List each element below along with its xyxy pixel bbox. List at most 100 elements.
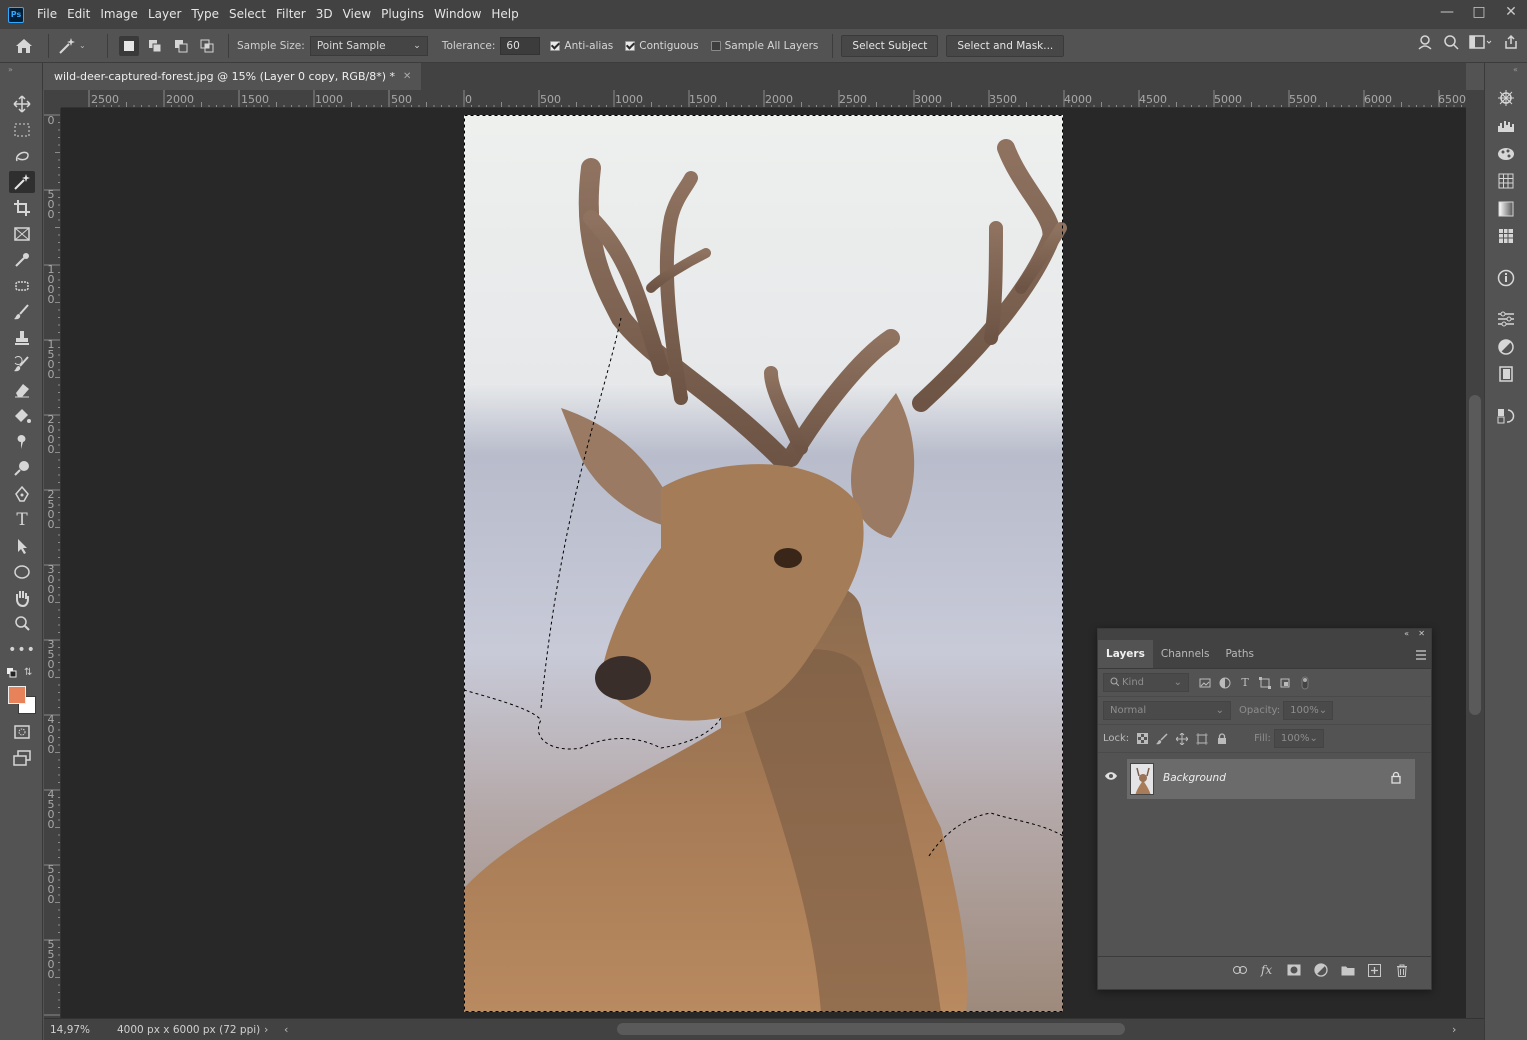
tolerance-input[interactable]: 60	[500, 36, 541, 55]
expand-panels-icon[interactable]: «	[1513, 65, 1518, 74]
color-palette-icon[interactable]	[1494, 143, 1518, 165]
eye-visibility-icon[interactable]	[1104, 771, 1118, 784]
sample-all-layers-checkbox[interactable]: Sample All Layers	[710, 40, 818, 52]
menu-help[interactable]: Help	[486, 0, 523, 29]
workspace-icon[interactable]	[1469, 34, 1493, 53]
menu-plugins[interactable]: Plugins	[376, 0, 429, 29]
adjustments-icon[interactable]	[1494, 336, 1518, 358]
collapse-panel-icon[interactable]: «	[1404, 629, 1409, 638]
new-layer-icon[interactable]	[1361, 963, 1388, 977]
opacity-input[interactable]: 100% ⌄	[1283, 701, 1334, 720]
lock-all-icon[interactable]	[1212, 729, 1232, 749]
menu-image[interactable]: Image	[95, 0, 143, 29]
menu-filter[interactable]: Filter	[271, 0, 311, 29]
paint-bucket-tool-icon[interactable]	[9, 405, 35, 427]
patterns-icon[interactable]	[1494, 225, 1518, 247]
close-tab-icon[interactable]: ✕	[403, 71, 411, 82]
brush-tool-icon[interactable]	[9, 301, 35, 323]
zoom-level[interactable]: 14,97%	[44, 1024, 104, 1036]
info-icon[interactable]	[1494, 267, 1518, 289]
filter-adjustment-icon[interactable]	[1215, 673, 1235, 693]
maximize-icon[interactable]: □	[1463, 0, 1495, 24]
share-user-icon[interactable]	[1417, 34, 1433, 53]
navigator-icon[interactable]	[1494, 87, 1518, 109]
magic-wand-tool-icon[interactable]	[9, 171, 35, 193]
path-selection-tool-icon[interactable]	[9, 535, 35, 557]
lock-position-icon[interactable]	[1172, 729, 1192, 749]
minimize-icon[interactable]: —	[1431, 0, 1463, 24]
menu-view[interactable]: View	[338, 0, 376, 29]
pen-tool-icon[interactable]	[9, 483, 35, 505]
history-icon[interactable]	[1494, 405, 1518, 427]
anti-alias-checkbox[interactable]: Anti-alias	[550, 40, 613, 52]
menu-file[interactable]: File	[32, 0, 62, 29]
close-icon[interactable]: ✕	[1495, 0, 1527, 24]
menu-edit[interactable]: Edit	[62, 0, 95, 29]
add-to-selection-icon[interactable]	[145, 36, 165, 56]
history-brush-tool-icon[interactable]	[9, 353, 35, 375]
filter-toggle-icon[interactable]	[1295, 673, 1315, 693]
dodge-tool-icon[interactable]	[9, 457, 35, 479]
intersect-selection-icon[interactable]	[197, 36, 217, 56]
properties-icon[interactable]	[1494, 308, 1518, 330]
menu-window[interactable]: Window	[429, 0, 486, 29]
screen-mode-icon[interactable]	[9, 747, 35, 769]
blend-mode-select[interactable]: Normal ⌄	[1103, 701, 1231, 720]
default-colors-icon[interactable]	[7, 668, 17, 681]
menu-type[interactable]: Type	[186, 0, 224, 29]
tab-layers[interactable]: Layers	[1098, 640, 1153, 668]
delete-layer-trash-icon[interactable]	[1388, 964, 1415, 977]
swatches-icon[interactable]	[1494, 170, 1518, 192]
move-tool-icon[interactable]	[9, 93, 35, 115]
layer-name[interactable]: Background	[1163, 772, 1226, 784]
horizontal-scrollbar-thumb[interactable]	[617, 1023, 1125, 1035]
eraser-tool-icon[interactable]	[9, 379, 35, 401]
share-icon[interactable]	[1503, 34, 1519, 53]
ellipse-tool-icon[interactable]	[9, 561, 35, 583]
filter-kind-select[interactable]: Kind ⌄	[1103, 673, 1189, 692]
link-layers-icon[interactable]	[1226, 966, 1253, 974]
crop-tool-icon[interactable]	[9, 197, 35, 219]
more-tools-icon[interactable]: •••	[8, 639, 35, 661]
sample-size-select[interactable]: Point Sample ⌄	[309, 35, 428, 56]
spot-healing-tool-icon[interactable]	[9, 275, 35, 297]
smudge-tool-icon[interactable]	[9, 431, 35, 453]
tab-paths[interactable]: Paths	[1217, 640, 1262, 668]
fill-input[interactable]: 100% ⌄	[1273, 729, 1324, 748]
contiguous-checkbox[interactable]: Contiguous	[625, 40, 699, 52]
close-panel-icon[interactable]: ✕	[1418, 629, 1425, 638]
horizontal-ruler[interactable]: 2500 2000 1500 1000 500 0 500 1000 1500 …	[61, 90, 1466, 108]
lock-artboard-icon[interactable]	[1192, 729, 1212, 749]
home-icon[interactable]	[0, 38, 48, 54]
tool-preset-magic-wand-icon[interactable]: ⌄	[57, 37, 99, 55]
lock-image-pixels-icon[interactable]	[1152, 729, 1172, 749]
zoom-tool-icon[interactable]	[9, 613, 35, 635]
lock-transparent-pixels-icon[interactable]	[1132, 729, 1152, 749]
frame-tool-icon[interactable]	[9, 223, 35, 245]
select-and-mask-button[interactable]: Select and Mask...	[946, 34, 1065, 57]
ruler-origin[interactable]	[44, 90, 61, 108]
marquee-tool-icon[interactable]	[9, 119, 35, 141]
collapse-double-arrow-icon[interactable]: »	[8, 65, 13, 74]
new-selection-icon[interactable]	[119, 35, 139, 56]
layer-style-fx-icon[interactable]: fx	[1253, 963, 1280, 977]
vertical-ruler[interactable]: 0 500 1000 1500 2000 2500 3000 3500 4000…	[44, 108, 61, 1018]
hand-tool-icon[interactable]	[9, 587, 35, 609]
histogram-icon[interactable]	[1494, 115, 1518, 137]
filter-smart-object-icon[interactable]	[1275, 673, 1295, 693]
search-icon[interactable]	[1443, 34, 1459, 53]
document-tab[interactable]: wild-deer-captured-forest.jpg @ 15% (Lay…	[44, 63, 422, 90]
filter-type-icon[interactable]: T	[1235, 673, 1255, 693]
clone-stamp-tool-icon[interactable]	[9, 327, 35, 349]
libraries-icon[interactable]	[1494, 363, 1518, 385]
swap-colors-icon[interactable]: ⇅	[24, 667, 32, 678]
menu-layer[interactable]: Layer	[143, 0, 186, 29]
select-subject-button[interactable]: Select Subject	[841, 34, 939, 57]
new-adjustment-layer-icon[interactable]	[1307, 963, 1334, 977]
eyedropper-tool-icon[interactable]	[9, 249, 35, 271]
layer-row-background[interactable]: Background	[1105, 759, 1415, 799]
layer-lock-icon[interactable]	[1391, 771, 1401, 787]
scroll-right-icon[interactable]: ›	[1452, 1023, 1456, 1036]
lasso-tool-icon[interactable]	[9, 145, 35, 167]
type-tool-icon[interactable]: T	[9, 509, 35, 531]
